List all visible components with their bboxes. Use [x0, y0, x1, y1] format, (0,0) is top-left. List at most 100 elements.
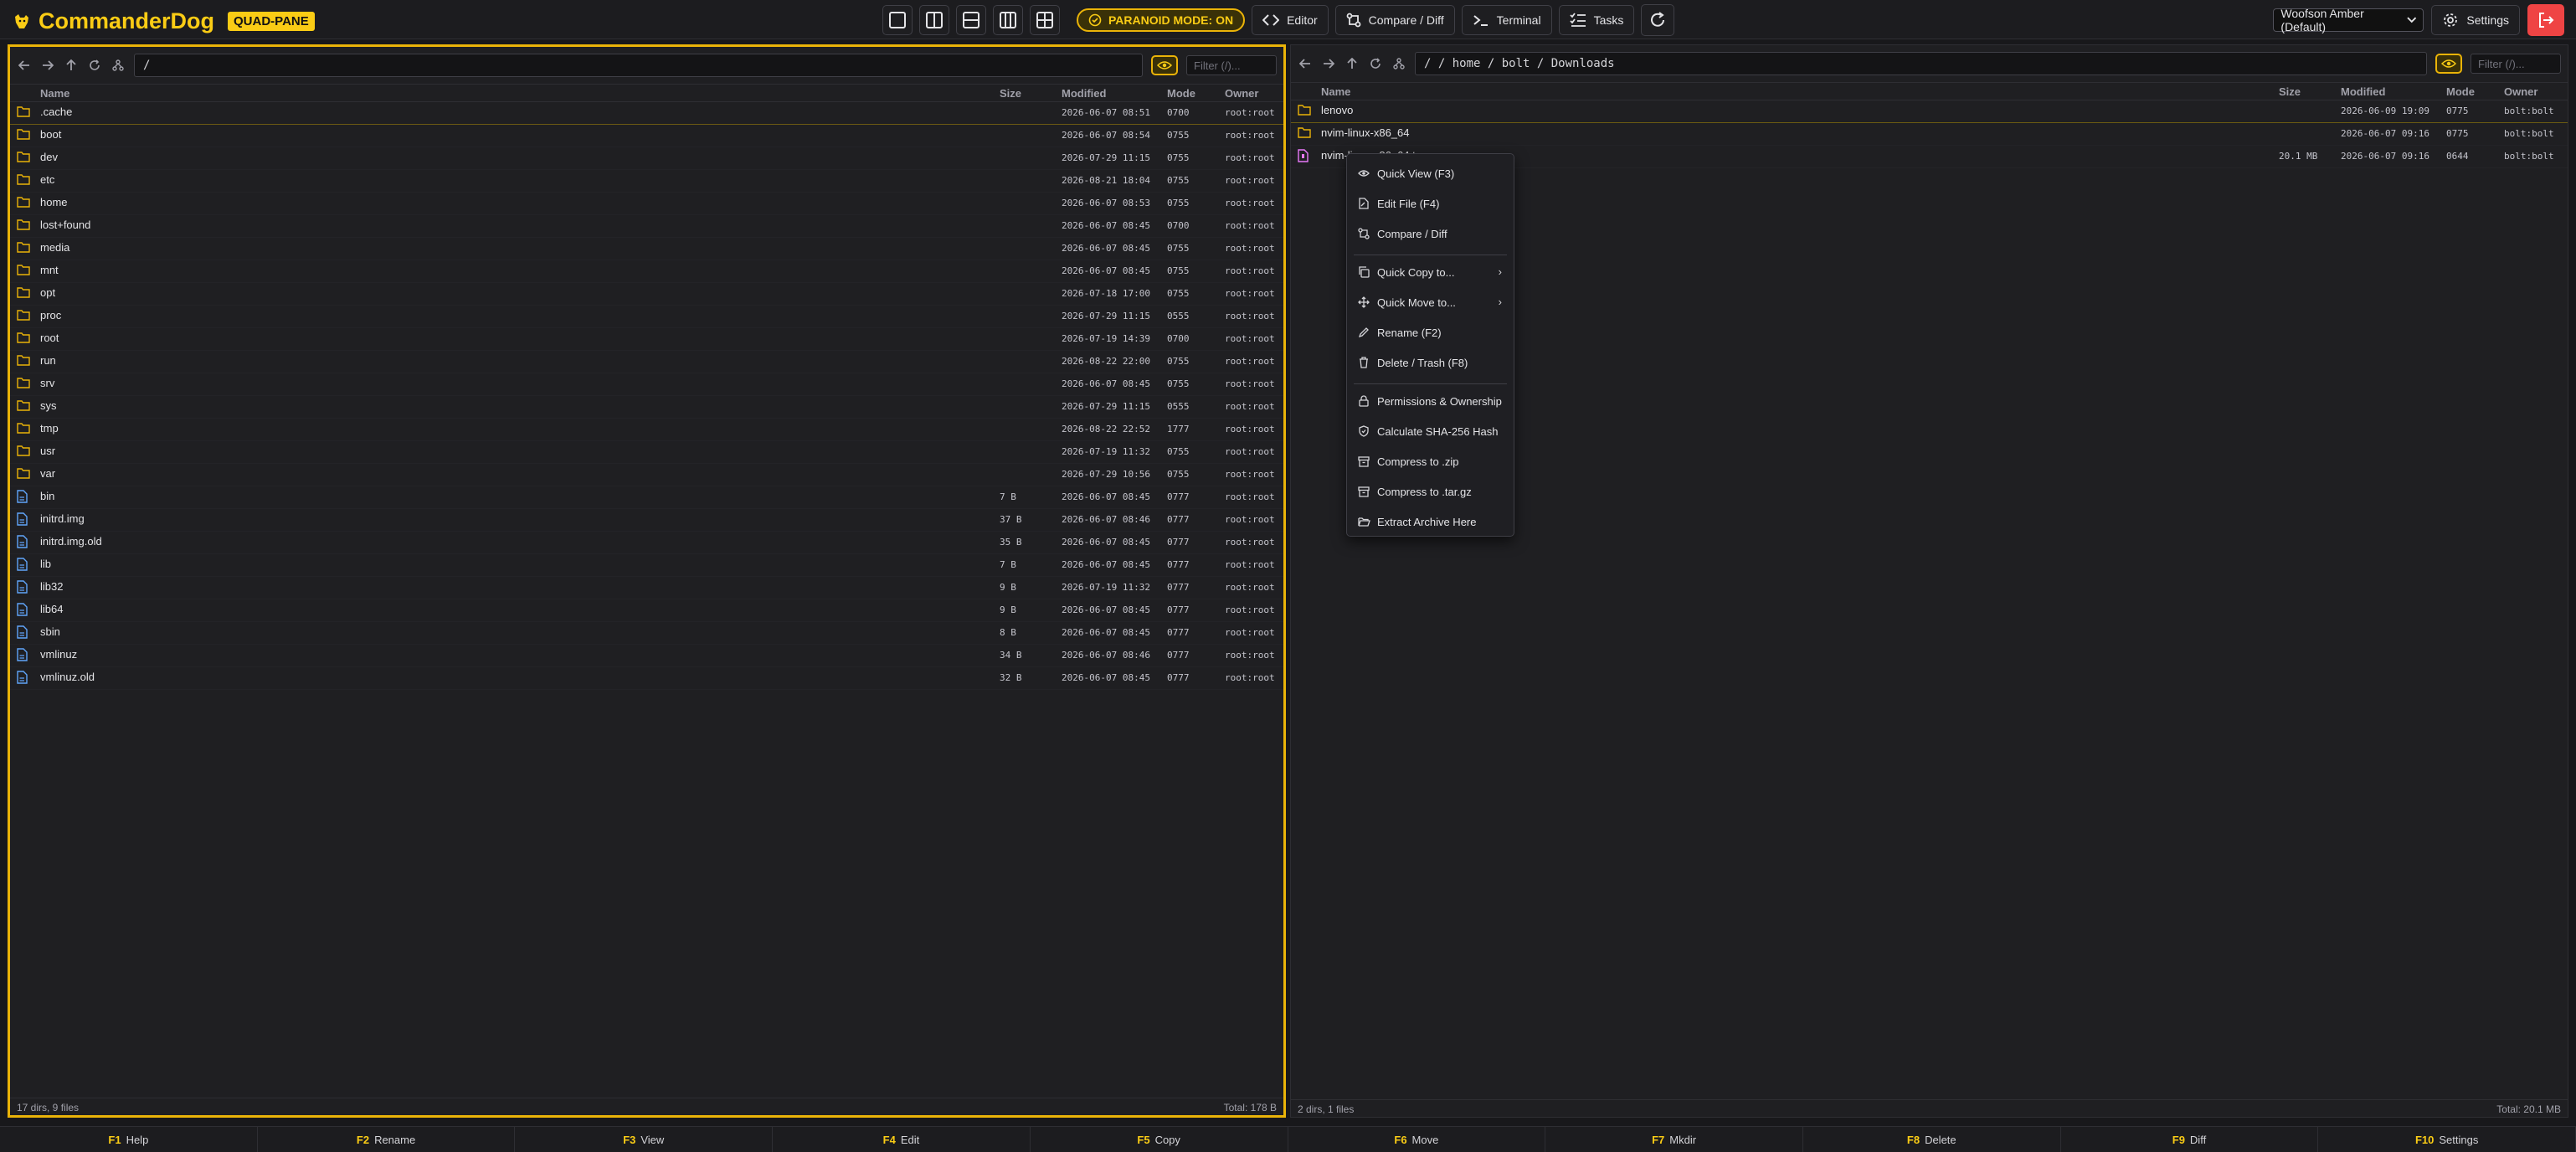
context-menu-item[interactable]: Delete / Trash (F8): [1347, 352, 1514, 373]
folder-row[interactable]: lenovo 2026-06-09 19:09 0775 bolt:bolt: [1291, 100, 2568, 123]
column-owner-header[interactable]: Owner: [2504, 85, 2537, 98]
fkey-edit[interactable]: F4 Edit: [773, 1127, 1031, 1152]
column-modified-header[interactable]: Modified: [2341, 85, 2385, 98]
context-menu-item[interactable]: Compress to .zip: [1347, 450, 1514, 472]
fkey-copy[interactable]: F5 Copy: [1031, 1127, 1288, 1152]
column-mode-header[interactable]: Mode: [1167, 87, 1195, 100]
forward-arrow-icon[interactable]: [1321, 56, 1336, 71]
tasks-button[interactable]: Tasks: [1558, 5, 1635, 35]
folder-row[interactable]: var 2026-07-29 10:56 0755 root:root: [10, 464, 1283, 486]
context-menu-item[interactable]: Rename (F2): [1347, 321, 1514, 343]
file-owner: bolt:bolt: [2504, 128, 2554, 139]
file-row[interactable]: sbin 8 B 2026-06-07 08:45 0777 root:root: [10, 622, 1283, 645]
file-row[interactable]: vmlinuz.old 32 B 2026-06-07 08:45 0777 root:…: [10, 667, 1283, 690]
context-menu-item[interactable]: Compare / Diff: [1347, 223, 1514, 244]
left-file-pane[interactable]: / Filter (/)... Name Size Modified Mode …: [8, 44, 1286, 1118]
up-arrow-icon[interactable]: [1345, 56, 1360, 71]
folder-row[interactable]: nvim-linux-x86_64 2026-06-07 09:16 0775 bol…: [1291, 123, 2568, 146]
left-filter-input[interactable]: Filter (/)...: [1186, 55, 1277, 75]
layout-single-button[interactable]: [882, 5, 913, 35]
tree-icon[interactable]: [111, 58, 126, 73]
file-row[interactable]: initrd.img 37 B 2026-06-07 08:46 0777 root:r…: [10, 509, 1283, 532]
folder-row[interactable]: run 2026-08-22 22:00 0755 root:root: [10, 351, 1283, 373]
folder-row[interactable]: usr 2026-07-19 11:32 0755 root:root: [10, 441, 1283, 464]
toggle-hidden-files-button[interactable]: [2435, 54, 2462, 74]
file-row[interactable]: lib 7 B 2026-06-07 08:45 0777 root:root: [10, 554, 1283, 577]
column-mode-header[interactable]: Mode: [2446, 85, 2475, 98]
back-arrow-icon[interactable]: [1298, 56, 1313, 71]
forward-arrow-icon[interactable]: [40, 58, 55, 73]
terminal-button[interactable]: Terminal: [1461, 5, 1552, 35]
layout-dual-vertical-button[interactable]: [919, 5, 949, 35]
context-menu-item[interactable]: Edit File (F4): [1347, 193, 1514, 214]
column-modified-header[interactable]: Modified: [1062, 87, 1106, 100]
logout-button[interactable]: [2527, 4, 2564, 36]
reload-icon[interactable]: [87, 58, 102, 73]
refresh-button[interactable]: [1641, 4, 1675, 36]
theme-select[interactable]: Woofson Amber (Default): [2273, 7, 2424, 33]
column-name-header[interactable]: Name: [40, 87, 69, 100]
fkey-view[interactable]: F3 View: [515, 1127, 774, 1152]
file-mode: 0700: [1167, 220, 1190, 231]
folder-row[interactable]: tmp 2026-08-22 22:52 1777 root:root: [10, 419, 1283, 441]
context-menu-item[interactable]: Extract Archive Here: [1347, 511, 1514, 532]
folder-row[interactable]: dev 2026-07-29 11:15 0755 root:root: [10, 147, 1283, 170]
folder-row[interactable]: boot 2026-06-07 08:54 0755 root:root: [10, 125, 1283, 147]
right-path-input[interactable]: / / home / bolt / Downloads: [1415, 52, 2427, 75]
right-filter-input[interactable]: Filter (/)...: [2471, 54, 2561, 74]
context-menu-item[interactable]: Permissions & Ownership: [1347, 390, 1514, 412]
column-size-header[interactable]: Size: [2279, 85, 2301, 98]
up-arrow-icon[interactable]: [64, 58, 79, 73]
toggle-hidden-files-button[interactable]: [1151, 55, 1178, 75]
file-modified: 2026-06-07 08:51: [1062, 107, 1150, 118]
column-owner-header[interactable]: Owner: [1225, 87, 1258, 100]
file-row[interactable]: initrd.img.old 35 B 2026-06-07 08:45 0777 ro…: [10, 532, 1283, 554]
context-menu-item[interactable]: Compress to .tar.gz: [1347, 481, 1514, 502]
layout-triple-button[interactable]: [993, 5, 1023, 35]
fkey-help[interactable]: F1 Help: [0, 1127, 258, 1152]
context-menu-item[interactable]: Quick Copy to... ›: [1347, 261, 1514, 283]
file-row[interactable]: lib64 9 B 2026-06-07 08:45 0777 root:root: [10, 599, 1283, 622]
folder-row[interactable]: media 2026-06-07 08:45 0755 root:root: [10, 238, 1283, 260]
editor-button[interactable]: Editor: [1252, 5, 1329, 35]
folder-row[interactable]: etc 2026-08-21 18:04 0755 root:root: [10, 170, 1283, 193]
reload-icon[interactable]: [1368, 56, 1383, 71]
folder-row[interactable]: home 2026-06-07 08:53 0755 root:root: [10, 193, 1283, 215]
eye-icon: [1357, 167, 1370, 180]
fkey-move[interactable]: F6 Move: [1288, 1127, 1546, 1152]
back-arrow-icon[interactable]: [17, 58, 32, 73]
file-row[interactable]: vmlinuz 34 B 2026-06-07 08:46 0777 root:root: [10, 645, 1283, 667]
file-size: 9 B: [1000, 582, 1016, 593]
fkey-settings[interactable]: F10 Settings: [2318, 1127, 2576, 1152]
column-name-header[interactable]: Name: [1321, 85, 1350, 98]
folder-row[interactable]: root 2026-07-19 14:39 0700 root:root: [10, 328, 1283, 351]
compare-diff-button[interactable]: Compare / Diff: [1334, 5, 1455, 35]
file-row[interactable]: bin 7 B 2026-06-07 08:45 0777 root:root: [10, 486, 1283, 509]
layout-dual-horizontal-button[interactable]: [956, 5, 986, 35]
file-name: .cache: [40, 105, 73, 118]
folder-row[interactable]: .cache 2026-06-07 08:51 0700 root:root: [10, 102, 1283, 125]
folder-row[interactable]: mnt 2026-06-07 08:45 0755 root:root: [10, 260, 1283, 283]
context-menu-item[interactable]: Quick Move to... ›: [1347, 291, 1514, 313]
fkey-label: Help: [126, 1133, 149, 1146]
left-path-input[interactable]: /: [134, 54, 1143, 77]
fkey-rename[interactable]: F2 Rename: [258, 1127, 516, 1152]
file-row[interactable]: lib32 9 B 2026-07-19 11:32 0777 root:root: [10, 577, 1283, 599]
folder-row[interactable]: proc 2026-07-29 11:15 0555 root:root: [10, 306, 1283, 328]
fkey-mkdir[interactable]: F7 Mkdir: [1545, 1127, 1803, 1152]
file-link-icon: [17, 648, 28, 661]
folder-row[interactable]: sys 2026-07-29 11:15 0555 root:root: [10, 396, 1283, 419]
context-menu-item[interactable]: Quick View (F3): [1347, 162, 1514, 184]
fkey-delete[interactable]: F8 Delete: [1803, 1127, 2061, 1152]
settings-button[interactable]: Settings: [2431, 5, 2520, 35]
fkey-diff[interactable]: F9 Diff: [2061, 1127, 2319, 1152]
folder-row[interactable]: lost+found 2026-06-07 08:45 0700 root:root: [10, 215, 1283, 238]
file-name: var: [40, 467, 56, 480]
folder-row[interactable]: opt 2026-07-18 17:00 0755 root:root: [10, 283, 1283, 306]
folder-row[interactable]: srv 2026-06-07 08:45 0755 root:root: [10, 373, 1283, 396]
tree-icon[interactable]: [1391, 56, 1406, 71]
layout-quad-button[interactable]: [1030, 5, 1060, 35]
context-menu-item[interactable]: Calculate SHA-256 Hash: [1347, 420, 1514, 442]
paranoid-mode-toggle[interactable]: PARANOID MODE: ON: [1077, 8, 1246, 32]
column-size-header[interactable]: Size: [1000, 87, 1021, 100]
